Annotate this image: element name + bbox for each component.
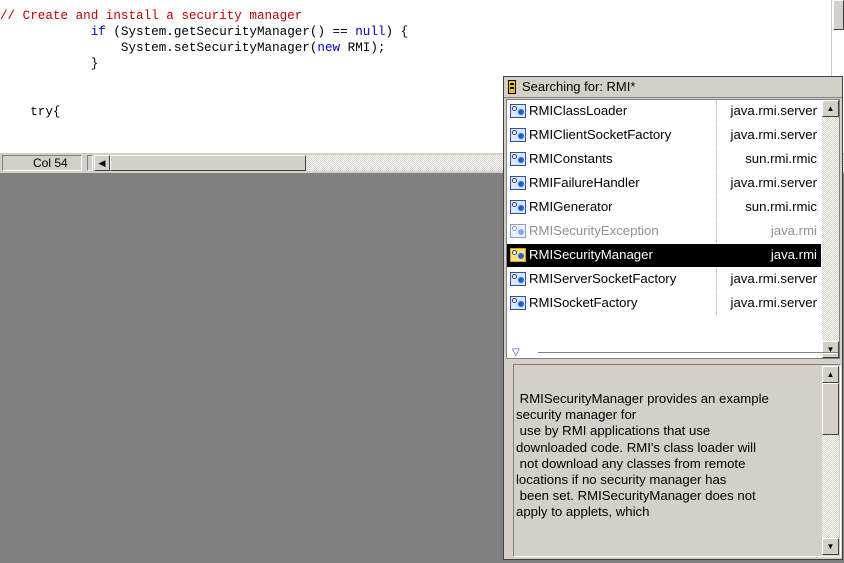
column-divider [716, 196, 717, 219]
class-icon [510, 296, 526, 310]
completion-item-name: RMISecurityException [529, 223, 659, 238]
class-icon [510, 224, 526, 238]
column-divider [716, 124, 717, 147]
column-divider [716, 100, 717, 123]
list-vertical-scrollbar[interactable]: ▲ ▼ [822, 100, 839, 358]
popup-header: Searching for: RMI* [504, 77, 842, 98]
code-text: } [0, 57, 99, 71]
code-line[interactable]: // Create and install a security manager [0, 8, 302, 24]
completion-item-package: java.rmi [770, 223, 817, 238]
code-text: RMI); [340, 41, 386, 55]
completion-item[interactable]: RMIServerSocketFactory java.rmi.server [507, 268, 821, 291]
completion-item-package: java.rmi.server [730, 175, 817, 190]
column-divider [716, 172, 717, 195]
code-keyword: if [90, 25, 106, 39]
completion-item-package: java.rmi.server [730, 295, 817, 310]
horizontal-scroll-thumb[interactable] [110, 155, 306, 171]
completion-popup[interactable]: Searching for: RMI* RMIClassLoader java.r… [503, 76, 843, 560]
completion-item-package: java.rmi.server [730, 271, 817, 286]
class-icon [510, 176, 526, 190]
completion-item-name: RMISecurityManager [529, 247, 653, 262]
doc-scroll-thumb[interactable] [822, 383, 839, 435]
column-divider [716, 292, 717, 315]
class-icon [510, 152, 526, 166]
doc-scroll-up-button[interactable]: ▲ [822, 366, 839, 383]
column-divider [716, 244, 717, 267]
doc-scroll-down-button[interactable]: ▼ [822, 538, 839, 555]
scroll-up-button[interactable]: ▲ [822, 100, 839, 117]
search-progress-icon [508, 80, 516, 94]
column-divider [716, 268, 717, 291]
code-comment: // Create and install a security manager [0, 9, 303, 23]
completion-item-name: RMISocketFactory [529, 295, 638, 310]
code-keyword: new [317, 41, 341, 55]
left-arrow-icon: ◀ [98, 158, 106, 168]
documentation-text: RMISecurityManager provides an example s… [516, 391, 769, 520]
scroll-left-button[interactable]: ◀ [94, 155, 110, 171]
completion-item[interactable]: RMIConstants sun.rmi.rmic [507, 148, 821, 171]
completion-item-name: RMIServerSocketFactory [529, 271, 677, 286]
up-arrow-icon: ▲ [826, 104, 835, 113]
completion-item-name: RMIClassLoader [529, 103, 628, 118]
completion-item[interactable]: RMISecurityException java.rmi [507, 220, 821, 243]
class-icon [510, 128, 526, 142]
down-arrow-icon: ▼ [826, 542, 835, 551]
code-text: (System.getSecurityManager() == [105, 25, 356, 39]
splitter-line [538, 352, 838, 354]
completion-item-package: sun.rmi.rmic [745, 151, 817, 166]
collapse-arrow-icon[interactable]: ▽ [512, 348, 520, 358]
completion-list[interactable]: RMIClassLoader java.rmi.server RMIClientSo… [506, 99, 840, 359]
completion-item-name: RMIGenerator [529, 199, 613, 214]
column-label: Col 54 [33, 156, 68, 170]
completion-item-name: RMIClientSocketFactory [529, 127, 672, 142]
completion-item-package: java.rmi [770, 247, 817, 262]
completion-item-package: java.rmi.server [730, 103, 817, 118]
documentation-pane[interactable]: RMISecurityManager provides an example s… [513, 364, 841, 557]
class-icon [510, 248, 526, 262]
completion-item[interactable]: RMISecurityManager java.rmi [507, 244, 821, 267]
completion-item[interactable]: RMIFailureHandler java.rmi.server [507, 172, 821, 195]
class-icon [510, 200, 526, 214]
completion-item-package: java.rmi.server [730, 127, 817, 142]
code-text: try{ [0, 105, 61, 119]
code-line[interactable]: if (System.getSecurityManager() == null)… [0, 24, 408, 40]
code-keyword: null [355, 25, 386, 39]
pane-splitter[interactable]: ▽ [508, 345, 842, 359]
column-divider [716, 220, 717, 243]
code-line[interactable]: try{ [0, 104, 60, 120]
completion-item[interactable]: RMIClassLoader java.rmi.server [507, 100, 821, 123]
completion-item[interactable]: RMIGenerator sun.rmi.rmic [507, 196, 821, 219]
up-arrow-icon: ▲ [826, 370, 835, 379]
code-text: System.setSecurityManager( [0, 41, 318, 55]
search-status-text: Searching for: RMI* [522, 79, 636, 94]
status-separator [87, 155, 93, 171]
code-text: ) { [385, 25, 409, 39]
class-icon [510, 272, 526, 286]
class-icon [510, 104, 526, 118]
completion-item[interactable]: RMIClientSocketFactory java.rmi.server [507, 124, 821, 147]
code-line[interactable]: } [0, 56, 99, 72]
column-indicator: Col 54 [2, 155, 82, 171]
completion-item-name: RMIFailureHandler [529, 175, 640, 190]
completion-item-name: RMIConstants [529, 151, 613, 166]
completion-item-package: sun.rmi.rmic [745, 199, 817, 214]
doc-vertical-scrollbar[interactable]: ▲ ▼ [822, 366, 839, 555]
completion-item[interactable]: RMISocketFactory java.rmi.server [507, 292, 821, 315]
column-divider [716, 148, 717, 171]
code-line[interactable]: System.setSecurityManager(new RMI); [0, 40, 386, 56]
editor-scroll-thumb[interactable] [833, 0, 844, 30]
